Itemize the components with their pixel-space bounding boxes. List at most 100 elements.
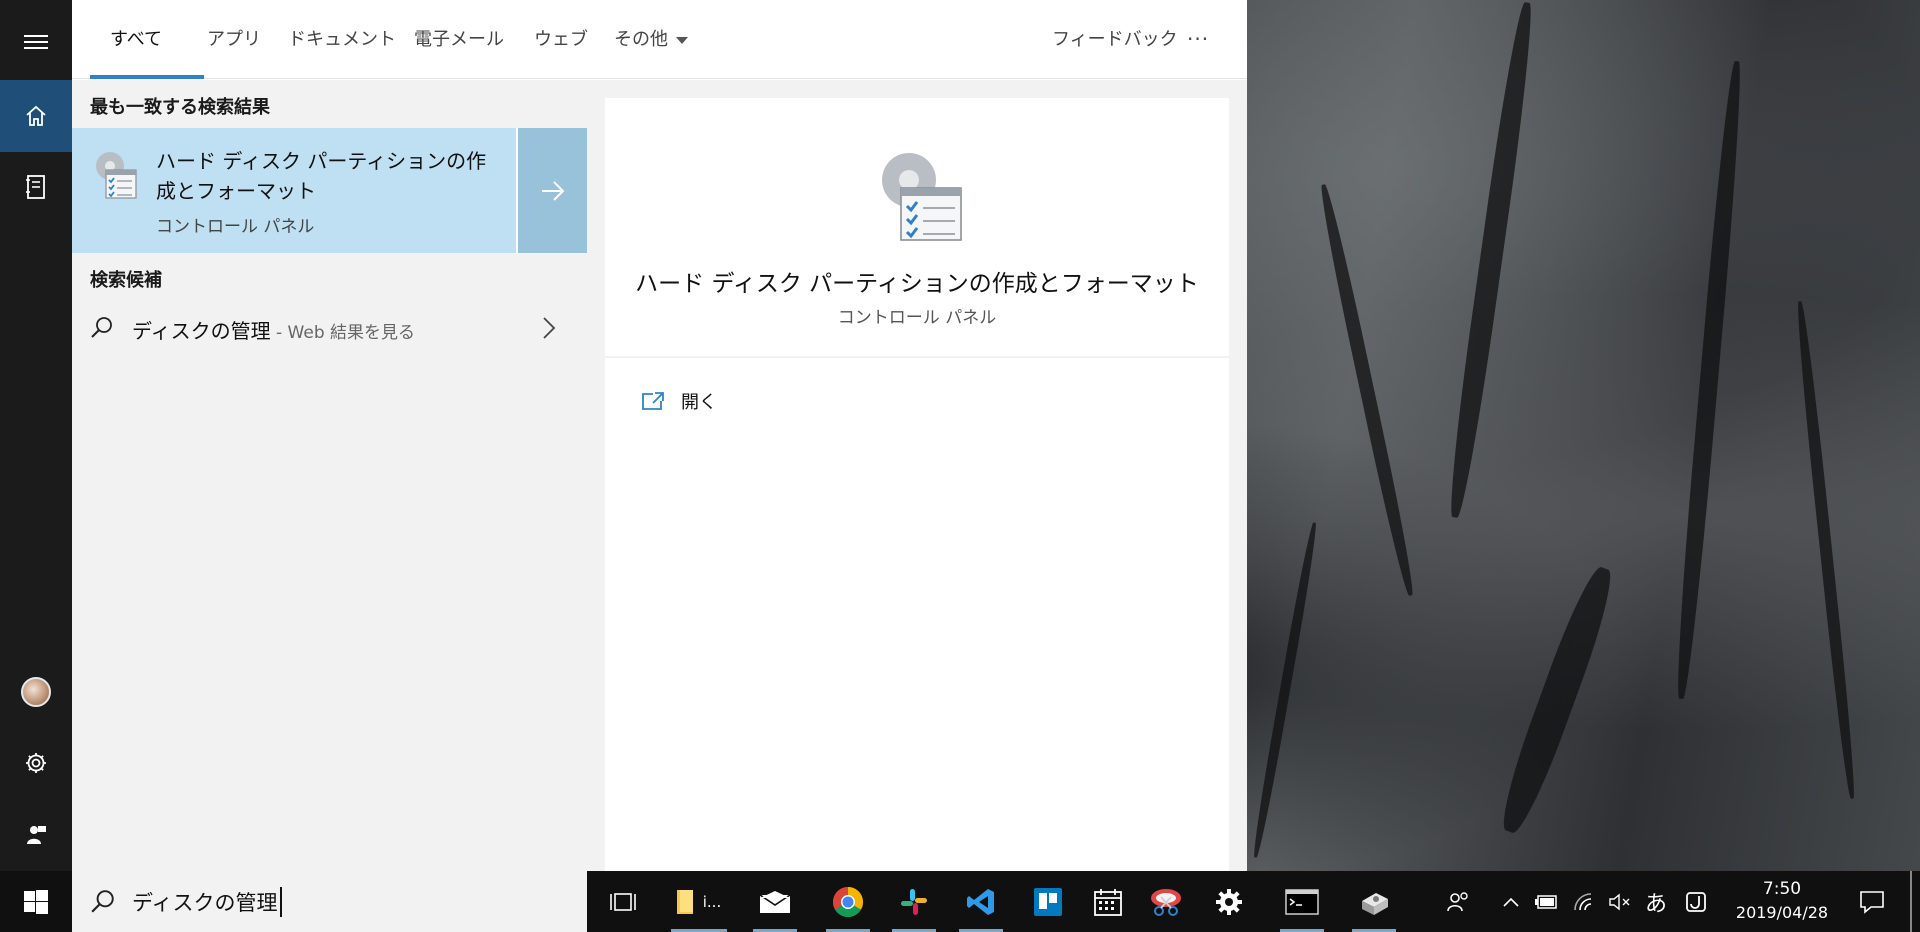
feedback-hub-button[interactable] bbox=[0, 803, 72, 867]
mail-icon bbox=[759, 890, 791, 913]
people-button[interactable] bbox=[1440, 871, 1476, 932]
preview-actions: 開く bbox=[605, 358, 1229, 871]
settings-button[interactable] bbox=[0, 731, 72, 795]
open-action-button[interactable]: 開く bbox=[641, 386, 717, 416]
battery-icon bbox=[1535, 894, 1557, 909]
command-prompt-icon bbox=[1285, 888, 1319, 915]
preview-card: ハード ディスク パーティションの作成とフォーマット コントロール パネル bbox=[605, 98, 1229, 356]
taskbar-vscode[interactable] bbox=[953, 871, 1009, 932]
tab-email[interactable]: 電子メール bbox=[414, 0, 504, 79]
ime-tool-button[interactable] bbox=[1680, 871, 1712, 932]
search-input[interactable]: ディスクの管理 bbox=[132, 887, 278, 917]
best-match-expand-button[interactable] bbox=[516, 128, 587, 253]
search-icon bbox=[91, 890, 114, 913]
ime-mode-button[interactable]: あ bbox=[1640, 871, 1672, 932]
more-options-button[interactable]: ··· bbox=[1187, 0, 1209, 79]
left-rail bbox=[0, 0, 72, 871]
disk-management-large-icon bbox=[882, 153, 962, 241]
text-cursor bbox=[280, 887, 282, 917]
open-action-label: 開く bbox=[681, 392, 717, 413]
tab-web[interactable]: ウェブ bbox=[534, 0, 588, 79]
home-button[interactable] bbox=[0, 80, 72, 152]
taskbar-file-explorer[interactable]: i... bbox=[665, 871, 731, 932]
file-explorer-label: i... bbox=[702, 892, 722, 911]
tab-more-label: その他 bbox=[614, 29, 668, 50]
trello-icon bbox=[1034, 887, 1062, 916]
chevron-down-icon bbox=[676, 36, 688, 44]
suggestion-web-hint: - Web 結果を見る bbox=[270, 323, 416, 343]
open-icon bbox=[642, 392, 664, 410]
arrow-right-icon bbox=[541, 180, 564, 201]
tab-apps[interactable]: アプリ bbox=[207, 0, 261, 79]
ime-pad-icon bbox=[1686, 891, 1706, 912]
battery-button[interactable] bbox=[1532, 871, 1562, 932]
taskbar-disk-app[interactable] bbox=[1346, 871, 1402, 932]
results-list: 最も一致する検索結果 ハード ディスク パーティションの作成とフォーマット コン… bbox=[72, 80, 587, 871]
action-center-button[interactable] bbox=[1852, 871, 1892, 932]
hamburger-menu-button[interactable] bbox=[0, 10, 72, 74]
avatar bbox=[21, 677, 51, 707]
feedback-person-icon bbox=[27, 826, 46, 844]
people-icon bbox=[1447, 891, 1468, 911]
chevron-right-icon bbox=[543, 317, 556, 339]
taskbar-chrome[interactable] bbox=[820, 871, 876, 932]
taskbar-command-prompt[interactable] bbox=[1274, 871, 1330, 932]
wifi-icon bbox=[1574, 892, 1592, 910]
home-icon bbox=[26, 105, 46, 126]
chrome-icon bbox=[832, 886, 864, 917]
taskbar-slack[interactable] bbox=[886, 871, 942, 932]
best-match-title: ハード ディスク パーティションの作成とフォーマット bbox=[156, 149, 487, 203]
gear-icon bbox=[26, 753, 46, 773]
windows-logo-icon bbox=[24, 889, 48, 914]
best-match-item[interactable]: ハード ディスク パーティションの作成とフォーマット コントロール パネル bbox=[72, 128, 587, 253]
settings-icon bbox=[1216, 888, 1242, 915]
volume-muted-icon bbox=[1609, 893, 1630, 910]
taskbar: ディスクの管理 i... あ 7:50 2019/04/28 bbox=[0, 871, 1920, 932]
taskbar-trello[interactable] bbox=[1020, 871, 1076, 932]
notification-icon bbox=[1860, 890, 1884, 914]
best-match-subtitle: コントロール パネル bbox=[156, 217, 315, 237]
hamburger-icon bbox=[24, 35, 48, 49]
tab-all[interactable]: すべて bbox=[110, 0, 162, 79]
network-button[interactable] bbox=[1570, 871, 1600, 932]
best-match-heading: 最も一致する検索結果 bbox=[90, 97, 270, 118]
clock-time: 7:50 bbox=[1762, 879, 1802, 899]
search-suggestions-heading: 検索候補 bbox=[90, 270, 162, 291]
disk-app-icon bbox=[1362, 892, 1388, 915]
tab-documents[interactable]: ドキュメント bbox=[288, 0, 396, 79]
filter-tabs-bar: すべて アプリ ドキュメント 電子メール ウェブ その他 フィードバック ··· bbox=[72, 0, 1247, 79]
vscode-icon bbox=[967, 888, 994, 915]
account-button[interactable] bbox=[0, 660, 72, 724]
show-desktop-button[interactable] bbox=[1910, 871, 1912, 932]
preview-title: ハード ディスク パーティションの作成とフォーマット bbox=[635, 271, 1199, 297]
slack-icon bbox=[901, 888, 927, 915]
volume-button[interactable] bbox=[1605, 871, 1635, 932]
disk-management-icon bbox=[96, 152, 137, 199]
taskbar-settings[interactable] bbox=[1201, 871, 1257, 932]
chevron-up-icon bbox=[1503, 897, 1519, 907]
tab-more[interactable]: その他 bbox=[614, 0, 688, 79]
task-view-icon bbox=[610, 892, 636, 911]
suggestion-text: ディスクの管理 - Web 結果を見る bbox=[132, 315, 415, 344]
clock-date: 2019/04/28 bbox=[1735, 903, 1829, 922]
snipping-tool-icon bbox=[1151, 888, 1181, 916]
notebook-icon bbox=[26, 175, 45, 199]
feedback-button[interactable]: フィードバック bbox=[1052, 0, 1178, 79]
preview-pane: ハード ディスク パーティションの作成とフォーマット コントロール パネル 開く bbox=[587, 80, 1247, 871]
taskbar-calendar[interactable] bbox=[1080, 871, 1136, 932]
file-explorer-icon bbox=[676, 889, 693, 914]
start-button[interactable] bbox=[0, 871, 72, 932]
show-hidden-icons-button[interactable] bbox=[1496, 871, 1526, 932]
task-view-button[interactable] bbox=[595, 871, 651, 932]
notebook-button[interactable] bbox=[0, 155, 72, 219]
active-tab-indicator bbox=[90, 75, 204, 79]
search-panel: すべて アプリ ドキュメント 電子メール ウェブ その他 フィードバック ···… bbox=[0, 0, 1247, 871]
taskbar-search-box[interactable]: ディスクの管理 bbox=[72, 871, 587, 932]
clock-button[interactable]: 7:50 2019/04/28 bbox=[1722, 877, 1842, 925]
taskbar-mail[interactable] bbox=[747, 871, 803, 932]
suggestion-query: ディスクの管理 bbox=[132, 319, 271, 343]
search-icon bbox=[91, 317, 112, 338]
taskbar-snipping-tool[interactable] bbox=[1138, 871, 1194, 932]
suggestion-item[interactable]: ディスクの管理 - Web 結果を見る bbox=[72, 302, 587, 354]
preview-subtitle: コントロール パネル bbox=[837, 308, 997, 328]
